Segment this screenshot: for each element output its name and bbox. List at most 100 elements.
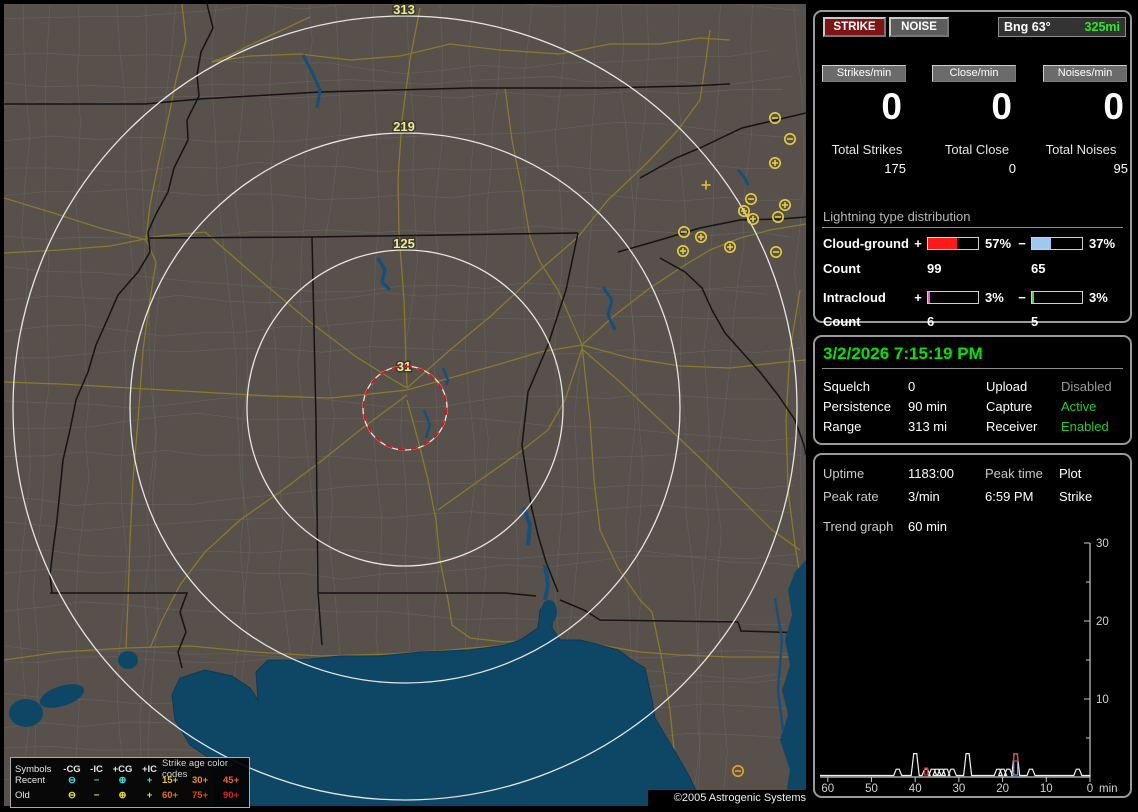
- uptime-value: 1183:00: [908, 466, 955, 481]
- upload-label: Upload: [986, 379, 1028, 394]
- receiver-value: Enabled: [1061, 419, 1109, 434]
- svg-text:30: 30: [1096, 538, 1109, 550]
- cloud-ground-label: Cloud-ground: [823, 236, 909, 251]
- svg-text:min: min: [1099, 783, 1118, 795]
- cg-minus-count: 65: [1031, 261, 1046, 276]
- strikes-per-min-chip[interactable]: Strikes/min: [822, 65, 906, 82]
- total-close-value: 0: [1008, 161, 1016, 176]
- legend-col-pos-ic: +IC: [141, 763, 158, 775]
- plus-sign: +: [914, 290, 922, 305]
- ic-plus-pct: 3%: [985, 290, 1004, 305]
- peak-time-label: Peak time: [985, 466, 1043, 481]
- close-rate-value: 0: [991, 86, 1012, 127]
- divider: [822, 227, 1123, 228]
- age-code: 75+: [192, 790, 209, 801]
- legend-col-neg-ic: -IC: [90, 763, 103, 775]
- legend-col-neg-cg: -CG: [63, 763, 81, 775]
- range-value: 313 mi: [908, 419, 948, 434]
- legend-header-row: Symbols -CG -IC +CG +IC Strike age color…: [11, 758, 249, 780]
- minus-sign: −: [1018, 236, 1026, 251]
- svg-text:40: 40: [909, 783, 922, 795]
- cg-count-label: Count: [823, 261, 861, 276]
- trend-graph-window: 60 min: [908, 519, 948, 534]
- persistence-label: Persistence: [823, 399, 891, 414]
- receiver-label: Receiver: [986, 419, 1038, 434]
- plus-sign: +: [914, 236, 922, 251]
- bearing-badge: Bng 63° 325mi: [998, 17, 1126, 37]
- upload-value: Disabled: [1061, 379, 1112, 394]
- plot-label: Plot: [1059, 466, 1082, 481]
- total-noises-label: Total Noises: [1045, 142, 1117, 157]
- age-code: 15+: [162, 775, 179, 786]
- neg-cg-icon: ⊖: [68, 775, 76, 786]
- legend-col-pos-cg: +CG: [112, 763, 133, 775]
- cg-minus-bar: [1031, 237, 1083, 250]
- neg-cg-icon: ⊖: [68, 790, 76, 801]
- strike-mode-button[interactable]: STRIKE: [823, 17, 886, 37]
- ic-minus-pct: 3%: [1089, 290, 1108, 305]
- ic-plus-count: 6: [927, 314, 935, 329]
- cg-plus-bar: [927, 237, 979, 250]
- neg-ic-icon: −: [93, 790, 100, 801]
- total-close-label: Total Close: [944, 142, 1010, 157]
- svg-text:0: 0: [1087, 783, 1093, 795]
- svg-text:30: 30: [953, 783, 966, 795]
- svg-text:20: 20: [996, 783, 1009, 795]
- ic-plus-bar: [927, 291, 979, 304]
- intracloud-label: Intracloud: [823, 290, 886, 305]
- range-label: Range: [823, 419, 862, 434]
- svg-text:313: 313: [393, 4, 415, 17]
- radar-map[interactable]: 31321912531: [4, 4, 806, 806]
- pos-cg-icon: ⊕: [118, 775, 127, 786]
- total-strikes-value: 175: [884, 161, 906, 176]
- svg-text:20: 20: [1096, 616, 1109, 628]
- legend-symbols-label: Symbols: [15, 763, 52, 775]
- minus-sign: −: [1018, 290, 1026, 305]
- legend-row-recent: Recent ⊖ − ⊕ +15+ 30+ 45+: [11, 773, 249, 788]
- cg-minus-pct: 37%: [1089, 236, 1116, 251]
- svg-text:219: 219: [393, 119, 415, 134]
- legend-row-label: Old: [15, 790, 30, 801]
- noise-mode-button[interactable]: NOISE: [889, 17, 949, 37]
- peak-rate-value: 3/min: [908, 489, 940, 504]
- squelch-label: Squelch: [823, 379, 870, 394]
- age-code: 90+: [223, 790, 240, 801]
- app-window: 313 219 125 31 ©2005 Astrogenic Systems Sym…: [0, 0, 1138, 812]
- total-noises-value: 95: [1113, 161, 1128, 176]
- strike-stats-panel: STRIKE NOISE Bng 63° 325mi Strikes/min C…: [813, 10, 1132, 329]
- uptime-label: Uptime: [823, 466, 865, 481]
- capture-value: Active: [1061, 399, 1097, 414]
- trend-graph: 10 20 30 60 50 40 30 20 10 0 min: [820, 538, 1118, 795]
- bearing-value: Bng 63°: [1004, 20, 1051, 34]
- close-per-min-chip[interactable]: Close/min: [932, 65, 1016, 82]
- squelch-value: 0: [908, 379, 916, 394]
- legend-row-label: Recent: [15, 775, 46, 786]
- strikes-rate-value: 0: [881, 86, 902, 127]
- age-code: 60+: [162, 790, 179, 801]
- symbol-legend: Symbols -CG -IC +CG +IC Strike age color…: [10, 757, 250, 808]
- ic-count-label: Count: [823, 314, 861, 329]
- pos-cg-icon: ⊕: [118, 790, 127, 801]
- cg-plus-count: 99: [927, 261, 942, 276]
- pos-ic-icon: +: [146, 790, 153, 801]
- status-panel: 3/2/2026 7:15:19 PM Squelch 0 Upload Dis…: [813, 335, 1132, 445]
- distribution-title: Lightning type distribution: [823, 209, 971, 224]
- svg-text:50: 50: [865, 783, 878, 795]
- svg-text:10: 10: [1040, 783, 1053, 795]
- cg-plus-pct: 57%: [985, 236, 1012, 251]
- age-code: 30+: [192, 775, 209, 786]
- noises-rate-value: 0: [1103, 86, 1124, 127]
- copyright-text: ©2005 Astrogenic Systems: [648, 790, 808, 806]
- pos-ic-icon: +: [146, 775, 153, 786]
- ic-minus-count: 5: [1031, 314, 1039, 329]
- svg-text:60: 60: [821, 783, 834, 795]
- ic-minus-bar: [1031, 291, 1083, 304]
- persistence-value: 90 min: [908, 399, 948, 414]
- legend-row-old: Old ⊖ − ⊕ +60+ 75+ 90+: [11, 788, 249, 803]
- svg-text:125: 125: [393, 236, 415, 251]
- trend-graph-label: Trend graph: [823, 519, 894, 534]
- age-code: 45+: [223, 775, 240, 786]
- peak-rate-label: Peak rate: [823, 489, 879, 504]
- svg-text:10: 10: [1096, 694, 1109, 706]
- noises-per-min-chip[interactable]: Noises/min: [1043, 65, 1127, 82]
